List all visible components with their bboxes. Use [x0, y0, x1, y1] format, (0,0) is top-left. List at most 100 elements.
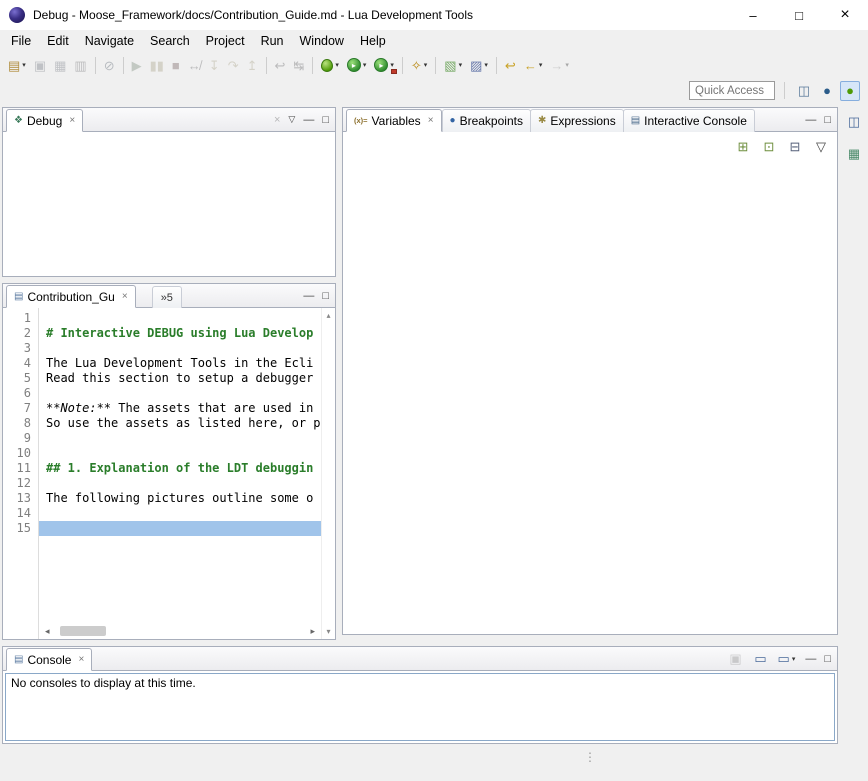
- file-icon: ▤: [14, 292, 23, 302]
- tab-debug[interactable]: ❖ Debug ×: [6, 109, 83, 132]
- line-number: 14: [3, 506, 38, 521]
- scroll-left-icon[interactable]: ◂: [41, 626, 54, 637]
- debug-perspective-icon[interactable]: ●: [840, 81, 860, 101]
- tab-variables[interactable]: (x)=Variables×: [346, 109, 442, 132]
- code-line[interactable]: So use the assets as listed here, or p: [39, 416, 321, 431]
- new-icon[interactable]: ▤▾: [5, 54, 29, 76]
- dropdown-caret-icon: ▾: [335, 61, 339, 69]
- view-menu-icon[interactable]: ▽: [811, 136, 831, 156]
- restore-views-icon[interactable]: ◫: [844, 111, 864, 131]
- menu-help[interactable]: Help: [352, 31, 394, 51]
- code-line[interactable]: # Interactive DEBUG using Lua Develop: [39, 326, 321, 341]
- tab-breakpoints[interactable]: ●Breakpoints: [442, 109, 531, 132]
- search-icon[interactable]: ✧▾: [408, 54, 430, 76]
- open-element-icon[interactable]: ▨▾: [467, 54, 491, 76]
- editor-code[interactable]: # Interactive DEBUG using Lua Develop The…: [39, 308, 321, 623]
- code-line[interactable]: The following pictures outline some o: [39, 491, 321, 506]
- debug-icon[interactable]: ▾: [318, 54, 342, 76]
- menu-window[interactable]: Window: [292, 31, 352, 51]
- menu-run[interactable]: Run: [253, 31, 292, 51]
- code-line[interactable]: [39, 446, 321, 461]
- display-selected-console-icon[interactable]: ▭: [751, 649, 771, 669]
- save-icon: ▣: [31, 54, 49, 76]
- hscroll-track[interactable]: [54, 625, 307, 637]
- menubar: FileEditNavigateSearchProjectRunWindowHe…: [0, 30, 868, 52]
- main-toolbar: ▤▾▣▦▥⊘▶▮▮■↮↧↷↥↩↹▾▸▾▸▾✧▾▧▾▨▾↩←▾→▾: [0, 52, 868, 78]
- menu-edit[interactable]: Edit: [39, 31, 77, 51]
- code-line[interactable]: [39, 431, 321, 446]
- open-console-icon[interactable]: ▭▾: [776, 649, 798, 669]
- variables-view-icon: (x)=: [354, 117, 368, 125]
- menu-navigate[interactable]: Navigate: [77, 31, 142, 51]
- code-line[interactable]: The Lua Development Tools in the Ecli: [39, 356, 321, 371]
- editor-tabbar: ▤ Contribution_Gu × »5 — □: [3, 284, 335, 308]
- minimize-icon[interactable]: —: [303, 114, 314, 126]
- tab-interactive-console[interactable]: ▤Interactive Console: [623, 109, 755, 132]
- view-menu-icon[interactable]: ▽: [288, 114, 295, 125]
- menu-project[interactable]: Project: [198, 31, 253, 51]
- window-minimize-button[interactable]: –: [730, 0, 776, 30]
- code-line[interactable]: [39, 386, 321, 401]
- code-line[interactable]: Read this section to setup a debugger: [39, 371, 321, 386]
- perspective-bar: ◫●●: [794, 81, 860, 101]
- show-type-names-icon[interactable]: ⊡: [759, 136, 779, 156]
- close-icon[interactable]: ×: [428, 115, 434, 126]
- close-icon[interactable]: ×: [69, 115, 75, 126]
- close-icon[interactable]: ×: [78, 654, 84, 665]
- maximize-icon[interactable]: □: [322, 290, 329, 302]
- tab-contribution-guide[interactable]: ▤ Contribution_Gu ×: [6, 285, 136, 308]
- run-external-tools-icon[interactable]: ▸▾: [371, 54, 397, 76]
- new-wizard-icon[interactable]: ▧▾: [441, 54, 465, 76]
- scroll-down-icon[interactable]: ▾: [326, 627, 330, 636]
- editor-vertical-scrollbar[interactable]: ▴ ▾: [321, 308, 335, 639]
- line-number: 1: [3, 311, 38, 326]
- hidden-editors-indicator[interactable]: »5: [152, 286, 182, 308]
- sash-handle-icon[interactable]: ⋮: [584, 750, 596, 764]
- window-maximize-button[interactable]: □: [776, 0, 822, 30]
- code-line[interactable]: [39, 341, 321, 356]
- debug-panel-content: [3, 132, 335, 276]
- open-perspective-icon[interactable]: ◫: [794, 81, 814, 101]
- editor-panel-controls: — □: [303, 284, 335, 307]
- code-line[interactable]: [39, 506, 321, 521]
- run-icon[interactable]: ▸▾: [344, 54, 370, 76]
- statusbar: ⋮: [0, 745, 868, 781]
- code-line[interactable]: [39, 311, 321, 326]
- tab-console[interactable]: ▤ Console ×: [6, 648, 92, 671]
- editor-horizontal-scrollbar[interactable]: ◂ ▸: [39, 623, 321, 639]
- console-panel-controls: ▣▭▭▾ — □: [726, 647, 837, 670]
- minimize-icon[interactable]: —: [303, 290, 314, 302]
- variables-toolbar: ⊞ ⊡ ⊟ ▽: [733, 136, 831, 156]
- outline-view-icon[interactable]: ▦: [844, 143, 864, 163]
- expressions-view-icon: ✱: [538, 116, 546, 126]
- minimize-icon[interactable]: —: [805, 114, 816, 126]
- back-icon[interactable]: ←▾: [521, 54, 546, 76]
- resume-icon: ▶: [129, 54, 145, 76]
- window-close-button[interactable]: ×: [822, 0, 868, 30]
- maximize-icon[interactable]: □: [322, 114, 329, 126]
- maximize-icon[interactable]: □: [824, 653, 831, 665]
- menu-search[interactable]: Search: [142, 31, 198, 51]
- bug-glyph: [321, 59, 333, 72]
- fast-view-bar: ◫▦: [840, 103, 868, 745]
- code-line[interactable]: [39, 521, 321, 536]
- minimize-icon[interactable]: —: [805, 653, 816, 665]
- print-icon: ▥: [71, 54, 89, 76]
- code-line[interactable]: ## 1. Explanation of the LDT debuggin: [39, 461, 321, 476]
- scroll-right-icon[interactable]: ▸: [306, 626, 319, 637]
- close-icon[interactable]: ×: [122, 291, 128, 302]
- menu-file[interactable]: File: [3, 31, 39, 51]
- code-line[interactable]: **Note:** The assets that are used in: [39, 401, 321, 416]
- scroll-up-icon[interactable]: ▴: [326, 311, 330, 320]
- collapse-all-icon[interactable]: ⊟: [785, 136, 805, 156]
- maximize-icon[interactable]: □: [824, 114, 831, 126]
- console-toolbar: ▣▭▭▾: [726, 649, 798, 669]
- console-message: No consoles to display at this time.: [11, 676, 196, 690]
- code-line[interactable]: [39, 476, 321, 491]
- hscroll-thumb[interactable]: [60, 626, 106, 636]
- tab-expressions[interactable]: ✱Expressions: [530, 109, 624, 132]
- lua-perspective-icon[interactable]: ●: [817, 81, 837, 101]
- show-logical-structure-icon[interactable]: ⊞: [733, 136, 753, 156]
- last-edit-location-icon[interactable]: ↩: [502, 54, 519, 76]
- quick-access-input[interactable]: [689, 81, 775, 100]
